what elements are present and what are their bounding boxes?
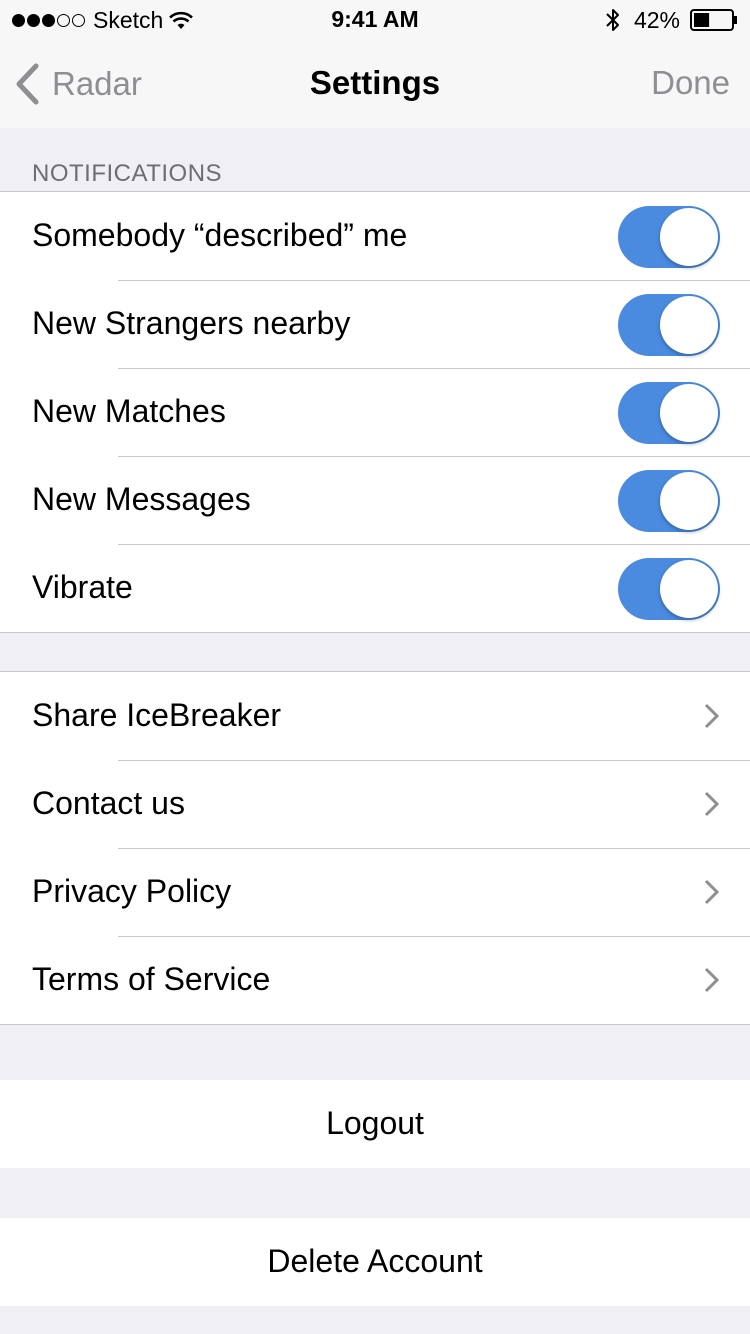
toggle-knob: [660, 472, 718, 530]
toggle-knob: [660, 208, 718, 266]
notification-label: Vibrate: [32, 569, 133, 605]
notification-row[interactable]: Somebody “described” me: [0, 192, 750, 280]
chevron-right-icon: [704, 703, 720, 729]
toggle-knob: [660, 560, 718, 618]
battery-level-fill: [694, 13, 710, 27]
link-row-contact[interactable]: Contact us: [0, 760, 750, 848]
delete-account-button[interactable]: Delete Account: [0, 1218, 750, 1306]
link-row-share[interactable]: Share IceBreaker: [0, 672, 750, 760]
notification-label: Somebody “described” me: [32, 217, 408, 253]
link-row-terms[interactable]: Terms of Service: [0, 936, 750, 1024]
toggle-switch[interactable]: [618, 382, 720, 444]
toggle-switch[interactable]: [618, 470, 720, 532]
link-label: Contact us: [32, 785, 185, 821]
notification-row[interactable]: New Messages: [0, 456, 750, 544]
link-label: Terms of Service: [32, 961, 271, 997]
page-title: Settings: [309, 64, 441, 101]
link-label: Privacy Policy: [32, 873, 232, 909]
toggle-switch[interactable]: [618, 206, 720, 268]
notification-label: New Messages: [32, 481, 251, 517]
toggle-knob: [660, 296, 718, 354]
notification-row[interactable]: Vibrate: [0, 544, 750, 632]
notifications-group: Somebody “described” me New Strangers ne…: [0, 191, 750, 633]
chevron-right-icon: [704, 791, 720, 817]
section-header-notifications: NOTIFICATIONS: [32, 160, 223, 187]
status-right: 42%: [606, 6, 738, 34]
status-bar: Sketch 9:41 AM 42%: [0, 0, 750, 40]
toggle-knob: [660, 384, 718, 442]
done-button[interactable]: Done: [651, 64, 730, 102]
chevron-right-icon: [704, 967, 720, 993]
logout-button[interactable]: Logout: [0, 1080, 750, 1168]
chevron-right-icon: [704, 879, 720, 905]
bluetooth-icon: [606, 9, 619, 31]
battery-percent: 42%: [633, 6, 680, 33]
link-row-privacy[interactable]: Privacy Policy: [0, 848, 750, 936]
toggle-switch[interactable]: [618, 558, 720, 620]
notification-label: New Strangers nearby: [32, 305, 351, 341]
battery-icon: [690, 9, 737, 31]
links-group: Share IceBreaker Contact us Privacy Poli…: [0, 671, 750, 1025]
toggle-switch[interactable]: [618, 294, 720, 356]
navigation-bar: Radar Settings Done: [0, 40, 750, 128]
link-label: Share IceBreaker: [32, 697, 282, 733]
notification-row[interactable]: New Matches: [0, 368, 750, 456]
notification-row[interactable]: New Strangers nearby: [0, 280, 750, 368]
notification-label: New Matches: [32, 393, 226, 429]
